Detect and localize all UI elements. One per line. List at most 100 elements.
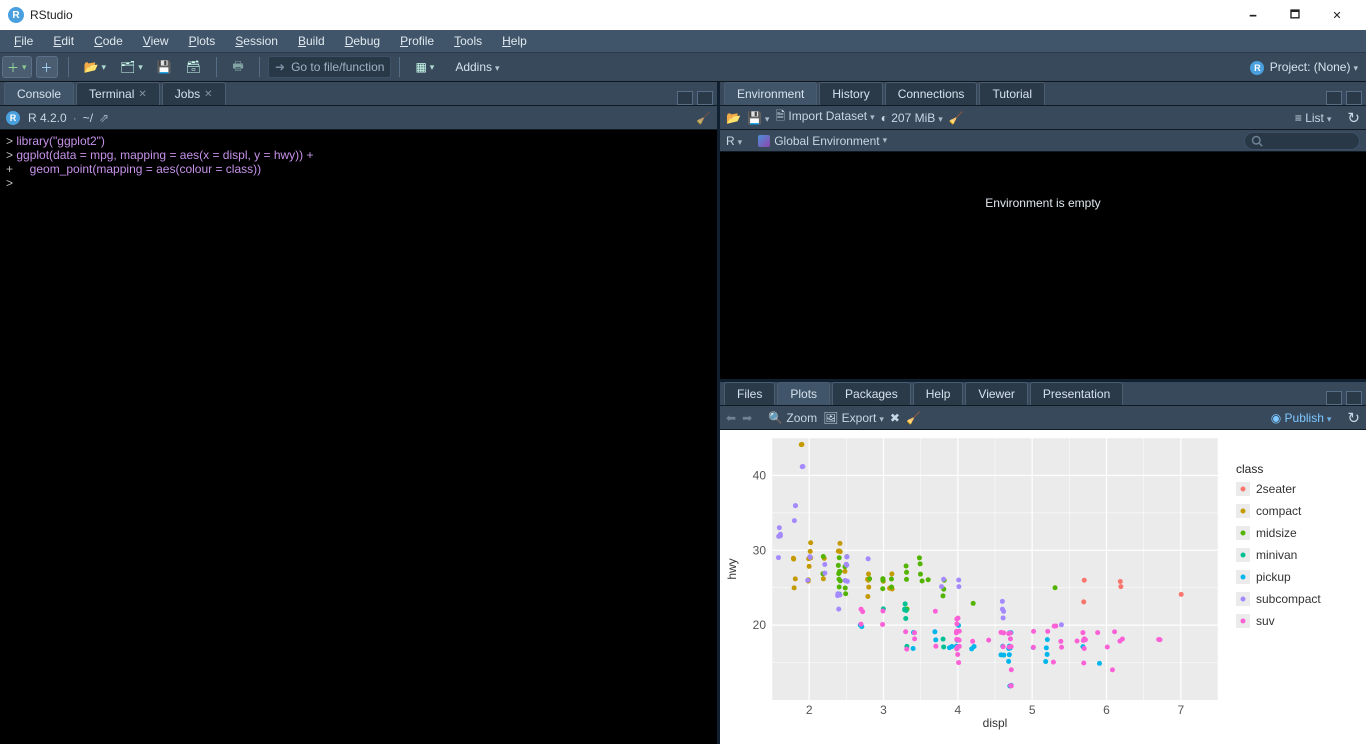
popout-icon[interactable]: ⇗ bbox=[99, 111, 109, 125]
tab-history[interactable]: History bbox=[819, 82, 882, 105]
chart-point bbox=[920, 578, 925, 583]
clear-console-icon[interactable]: 🧹 bbox=[696, 111, 711, 125]
plots-tab-strip: FilesPlotsPackagesHelpViewerPresentation bbox=[720, 382, 1366, 406]
menu-file[interactable]: File bbox=[4, 32, 43, 50]
plot-forward-icon[interactable]: ➡ bbox=[742, 411, 752, 425]
export-button[interactable]: 🖼 Export▾ bbox=[823, 411, 884, 425]
chart-point bbox=[970, 639, 975, 644]
tab-tutorial[interactable]: Tutorial bbox=[979, 82, 1045, 105]
tab-presentation[interactable]: Presentation bbox=[1030, 382, 1123, 405]
minimize-pane-icon[interactable] bbox=[677, 91, 693, 105]
chart-point bbox=[904, 647, 909, 652]
print-button[interactable]: 🖶 bbox=[227, 56, 249, 78]
clear-workspace-icon[interactable]: 🧹 bbox=[949, 111, 964, 125]
minimize-pane-icon[interactable] bbox=[1326, 391, 1342, 405]
r-logo-icon: R bbox=[6, 111, 20, 125]
load-workspace-icon[interactable]: 📂 bbox=[726, 111, 741, 125]
save-workspace-icon[interactable]: 💾▾ bbox=[747, 111, 769, 125]
env-toolbar: 📂 💾▾ 🗎 Import Dataset▾ ◐ 207 MiB▾ 🧹 ≡ Li… bbox=[720, 106, 1366, 130]
chart-point bbox=[1118, 584, 1123, 589]
chart-point bbox=[837, 569, 842, 574]
addins-menu[interactable]: Addins▾ bbox=[455, 60, 499, 74]
chart-point bbox=[1008, 636, 1013, 641]
console-version: R 4.2.0 bbox=[28, 111, 67, 125]
publish-button[interactable]: ◉ Publish▾ bbox=[1271, 411, 1332, 425]
chart-point bbox=[1053, 624, 1058, 629]
chart-point bbox=[1031, 645, 1036, 650]
tab-jobs[interactable]: Jobs✕ bbox=[162, 82, 226, 105]
window-maximize-button[interactable]: 🗖 bbox=[1274, 0, 1316, 30]
chart-point bbox=[956, 577, 961, 582]
svg-text:30: 30 bbox=[753, 543, 767, 557]
menubar: FileEditCodeViewPlotsSessionBuildDebugPr… bbox=[0, 30, 1366, 52]
menu-code[interactable]: Code bbox=[84, 32, 133, 50]
window-minimize-button[interactable]: 🗕 bbox=[1232, 0, 1274, 30]
legend-item: pickup bbox=[1256, 570, 1291, 584]
maximize-pane-icon[interactable] bbox=[1346, 391, 1362, 405]
project-menu[interactable]: R Project: (None)▾ bbox=[1250, 60, 1358, 75]
chart-point bbox=[1097, 661, 1102, 666]
plot-back-icon[interactable]: ⬅ bbox=[726, 411, 736, 425]
chart-point bbox=[1001, 630, 1006, 635]
clear-plots-icon[interactable]: 🧹 bbox=[906, 411, 921, 425]
menu-plots[interactable]: Plots bbox=[179, 32, 226, 50]
tab-help[interactable]: Help bbox=[913, 382, 964, 405]
chart-point bbox=[904, 577, 909, 582]
memory-usage-button[interactable]: ◐ 207 MiB▾ bbox=[881, 111, 943, 125]
menu-profile[interactable]: Profile bbox=[390, 32, 444, 50]
chart-point bbox=[954, 616, 959, 621]
chart-point bbox=[844, 563, 849, 568]
env-search-input[interactable] bbox=[1244, 132, 1360, 150]
refresh-env-icon[interactable]: ↻ bbox=[1347, 109, 1360, 127]
menu-session[interactable]: Session bbox=[225, 32, 288, 50]
chart-point bbox=[1080, 630, 1085, 635]
maximize-pane-icon[interactable] bbox=[697, 91, 713, 105]
chart-point bbox=[821, 554, 826, 559]
view-grid-button[interactable]: ▦▾ bbox=[410, 56, 439, 78]
menu-edit[interactable]: Edit bbox=[43, 32, 84, 50]
new-file-button[interactable]: ＋▾ bbox=[2, 56, 32, 78]
chart-point bbox=[842, 569, 847, 574]
refresh-plot-icon[interactable]: ↻ bbox=[1347, 409, 1360, 427]
tab-files[interactable]: Files bbox=[724, 382, 775, 405]
import-dataset-button[interactable]: 🗎 Import Dataset▾ bbox=[775, 107, 874, 128]
language-selector[interactable]: R▾ bbox=[726, 134, 742, 148]
chart-point bbox=[1110, 667, 1115, 672]
menu-debug[interactable]: Debug bbox=[335, 32, 390, 50]
menu-build[interactable]: Build bbox=[288, 32, 335, 50]
tab-plots[interactable]: Plots bbox=[777, 382, 830, 405]
open-file-button[interactable]: 📂▾ bbox=[79, 56, 111, 78]
menu-tools[interactable]: Tools bbox=[444, 32, 492, 50]
zoom-button[interactable]: 🔍 Zoom bbox=[768, 411, 817, 425]
tab-connections[interactable]: Connections bbox=[885, 82, 978, 105]
chart-point bbox=[880, 586, 885, 591]
new-project-button[interactable]: ＋ bbox=[36, 56, 58, 78]
tab-terminal[interactable]: Terminal✕ bbox=[76, 82, 160, 105]
chart-point bbox=[903, 629, 908, 634]
menu-help[interactable]: Help bbox=[492, 32, 537, 50]
tab-environment[interactable]: Environment bbox=[724, 82, 817, 105]
tab-viewer[interactable]: Viewer bbox=[965, 382, 1027, 405]
console-output[interactable]: > library("ggplot2") > ggplot(data = mpg… bbox=[0, 130, 717, 744]
chart-point bbox=[836, 563, 841, 568]
chart-point bbox=[1008, 630, 1013, 635]
recent-files-button[interactable]: 🗂▾ bbox=[115, 56, 148, 78]
view-mode-button[interactable]: ≡ List▾ bbox=[1295, 111, 1332, 125]
minimize-pane-icon[interactable] bbox=[1326, 91, 1342, 105]
legend-item: 2seater bbox=[1256, 482, 1296, 496]
chart-point bbox=[859, 607, 864, 612]
window-close-button[interactable]: ✕ bbox=[1316, 0, 1358, 30]
chart-point bbox=[808, 549, 813, 554]
tab-packages[interactable]: Packages bbox=[832, 382, 911, 405]
goto-file-function-input[interactable]: ➜Go to file/function bbox=[268, 56, 391, 78]
tab-console[interactable]: Console bbox=[4, 82, 74, 105]
chart-point bbox=[837, 555, 842, 560]
menu-view[interactable]: View bbox=[133, 32, 179, 50]
save-all-button[interactable]: 🗃 bbox=[181, 56, 206, 78]
close-icon[interactable]: ✕ bbox=[138, 89, 146, 100]
scope-selector[interactable]: Global Environment▾ bbox=[758, 134, 887, 148]
close-icon[interactable]: ✕ bbox=[204, 89, 212, 100]
save-button[interactable]: 💾 bbox=[152, 56, 177, 78]
maximize-pane-icon[interactable] bbox=[1346, 91, 1362, 105]
remove-plot-icon[interactable]: ✖ bbox=[890, 411, 900, 425]
